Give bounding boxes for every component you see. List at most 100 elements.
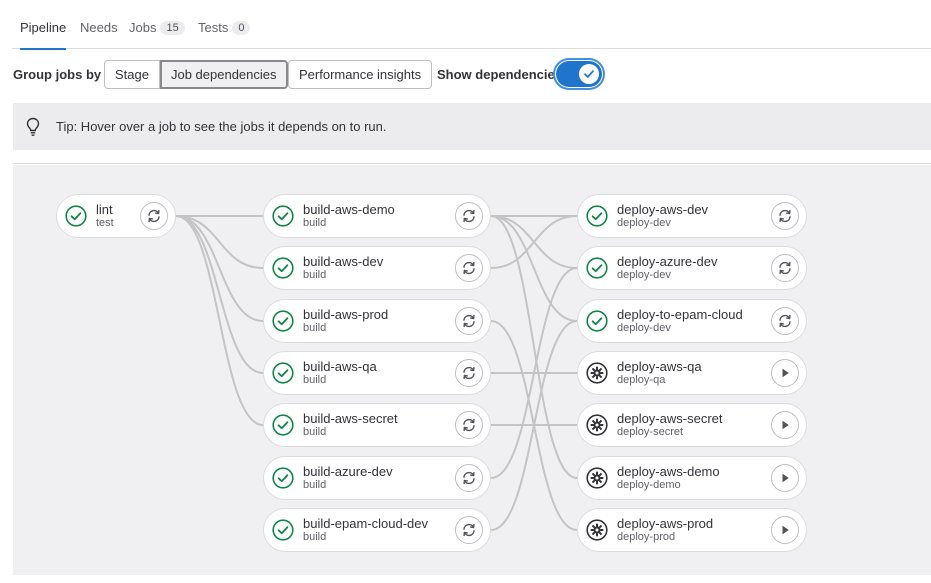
retry-job-button[interactable] bbox=[771, 202, 799, 230]
pipeline-graph: lint test build-aws-demo build build-aws-dev… bbox=[13, 165, 931, 575]
status-manual-icon bbox=[586, 414, 608, 436]
job-stage: deploy-prod bbox=[617, 531, 676, 543]
lightbulb-icon bbox=[26, 117, 40, 136]
divider bbox=[13, 163, 931, 164]
play-job-button[interactable] bbox=[771, 464, 799, 492]
status-manual-icon bbox=[586, 362, 608, 384]
job-deploy-aws-qa[interactable]: deploy-aws-qa deploy-qa bbox=[577, 351, 807, 395]
job-deploy-aws-secret[interactable]: deploy-aws-secret deploy-secret bbox=[577, 403, 807, 447]
tab-pipeline[interactable]: Pipeline bbox=[20, 20, 67, 50]
retry-icon bbox=[463, 366, 475, 380]
tab-needs[interactable]: Needs bbox=[80, 20, 118, 49]
link-build-aws-demo-to-deploy-to-epam-cloud bbox=[490, 215, 578, 322]
group-by-button-group: Stage Job dependencies bbox=[104, 60, 288, 89]
performance-insights-button[interactable]: Performance insights bbox=[288, 60, 433, 89]
status-success-icon bbox=[272, 310, 294, 332]
status-success-icon bbox=[272, 467, 294, 489]
link-lint-to-build-aws-secret bbox=[175, 215, 264, 426]
retry-job-button[interactable] bbox=[455, 254, 483, 282]
job-build-aws-secret[interactable]: build-aws-secret build bbox=[263, 403, 491, 447]
job-name: build-aws-qa bbox=[303, 359, 377, 374]
tip-text: Tip: Hover over a job to see the jobs it… bbox=[56, 119, 387, 134]
retry-job-button[interactable] bbox=[455, 202, 483, 230]
job-build-azure-dev[interactable]: build-azure-dev build bbox=[263, 456, 491, 500]
job-name: deploy-aws-dev bbox=[617, 202, 709, 217]
tests-count-badge: 0 bbox=[232, 21, 251, 35]
job-stage: build bbox=[303, 479, 327, 491]
job-name: deploy-aws-demo bbox=[617, 464, 720, 479]
play-icon bbox=[782, 525, 789, 535]
job-lint[interactable]: lint test bbox=[56, 194, 176, 238]
retry-icon bbox=[779, 209, 791, 223]
tab-tests[interactable]: Tests 0 bbox=[198, 20, 251, 49]
status-success-icon bbox=[272, 205, 294, 227]
job-stage: deploy-qa bbox=[617, 374, 666, 386]
status-success-icon bbox=[272, 414, 294, 436]
tab-label: Needs bbox=[80, 20, 118, 35]
job-build-aws-dev[interactable]: build-aws-dev build bbox=[263, 246, 491, 290]
retry-job-button[interactable] bbox=[455, 307, 483, 335]
retry-icon bbox=[463, 261, 475, 275]
link-lint-to-build-aws-qa bbox=[175, 215, 264, 374]
play-job-button[interactable] bbox=[771, 411, 799, 439]
retry-icon bbox=[463, 314, 475, 328]
job-name: deploy-aws-prod bbox=[617, 516, 714, 531]
job-stage: test bbox=[96, 217, 114, 229]
group-jobs-by-label: Group jobs by bbox=[13, 67, 102, 82]
check-icon bbox=[584, 70, 594, 78]
job-deploy-to-epam-cloud[interactable]: deploy-to-epam-cloud deploy-dev bbox=[577, 299, 807, 343]
status-success-icon bbox=[586, 310, 608, 332]
link-lint-to-build-aws-prod bbox=[175, 215, 264, 322]
retry-job-button[interactable] bbox=[771, 307, 799, 335]
status-success-icon bbox=[586, 257, 608, 279]
play-job-button[interactable] bbox=[771, 516, 799, 544]
tab-label: Pipeline bbox=[20, 20, 67, 35]
retry-job-button[interactable] bbox=[771, 254, 799, 282]
job-build-epam-cloud-dev[interactable]: build-epam-cloud-dev build bbox=[263, 508, 491, 552]
job-build-aws-demo[interactable]: build-aws-demo build bbox=[263, 194, 491, 238]
job-name: build-aws-secret bbox=[303, 411, 398, 426]
tab-jobs[interactable]: Jobs 15 bbox=[129, 20, 185, 49]
job-stage: deploy-dev bbox=[617, 322, 671, 334]
retry-icon bbox=[148, 209, 160, 223]
job-stage: build bbox=[303, 322, 327, 334]
show-dependencies-label: Show dependencies bbox=[437, 67, 562, 82]
status-manual-icon bbox=[586, 467, 608, 489]
retry-icon bbox=[463, 471, 475, 485]
retry-job-button[interactable] bbox=[140, 202, 168, 230]
job-dependencies-button[interactable]: Job dependencies bbox=[159, 60, 288, 89]
play-icon bbox=[782, 420, 789, 430]
job-stage: build bbox=[303, 531, 327, 543]
job-build-aws-qa[interactable]: build-aws-qa build bbox=[263, 351, 491, 395]
retry-icon bbox=[463, 523, 475, 537]
retry-job-button[interactable] bbox=[455, 464, 483, 492]
pipeline-tabs: Pipeline Needs Jobs 15 Tests 0 bbox=[12, 0, 931, 50]
link-build-aws-demo-to-deploy-aws-demo bbox=[490, 215, 578, 479]
job-deploy-aws-dev[interactable]: deploy-aws-dev deploy-dev bbox=[577, 194, 807, 238]
retry-job-button[interactable] bbox=[455, 359, 483, 387]
job-deploy-aws-demo[interactable]: deploy-aws-demo deploy-demo bbox=[577, 456, 807, 500]
retry-icon bbox=[779, 261, 791, 275]
retry-icon bbox=[463, 209, 475, 223]
status-success-icon bbox=[586, 205, 608, 227]
job-stage: build bbox=[303, 217, 327, 229]
job-stage: deploy-demo bbox=[617, 479, 681, 491]
job-stage: deploy-dev bbox=[617, 217, 671, 229]
job-name: build-azure-dev bbox=[303, 464, 393, 479]
job-stage: deploy-dev bbox=[617, 269, 671, 281]
retry-job-button[interactable] bbox=[455, 411, 483, 439]
stage-button[interactable]: Stage bbox=[104, 60, 160, 89]
job-deploy-azure-dev[interactable]: deploy-azure-dev deploy-dev bbox=[577, 246, 807, 290]
job-build-aws-prod[interactable]: build-aws-prod build bbox=[263, 299, 491, 343]
job-name: build-aws-dev bbox=[303, 254, 384, 269]
job-name: deploy-aws-secret bbox=[617, 411, 723, 426]
job-name: deploy-to-epam-cloud bbox=[617, 307, 743, 322]
job-deploy-aws-prod[interactable]: deploy-aws-prod deploy-prod bbox=[577, 508, 807, 552]
status-success-icon bbox=[65, 205, 87, 227]
play-job-button[interactable] bbox=[771, 359, 799, 387]
show-dependencies-toggle[interactable] bbox=[556, 61, 602, 87]
retry-job-button[interactable] bbox=[455, 516, 483, 544]
retry-icon bbox=[463, 418, 475, 432]
view-controls: Group jobs by Stage Job dependencies Per… bbox=[13, 60, 913, 89]
tab-label: Tests bbox=[198, 20, 229, 35]
